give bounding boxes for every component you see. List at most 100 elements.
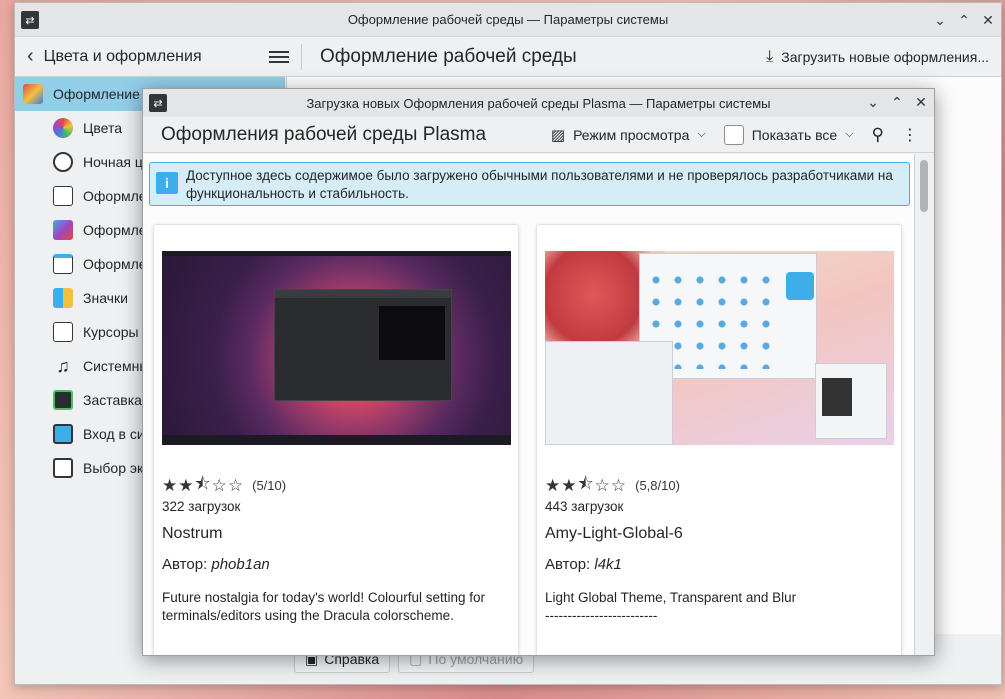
screen-locking-icon [53,458,73,478]
dialog-content: i Доступное здесь содержимое было загруж… [143,154,914,655]
show-all-button[interactable]: Показать все ⌵ [723,124,854,145]
maximize-icon[interactable]: ⌃ [890,93,904,111]
preview-folder-icon [786,272,814,300]
night-color-icon [53,152,73,172]
dialog-title: Загрузка новых Оформления рабочей среды … [306,95,771,111]
main-titlebar: ⇄ Оформление рабочей среды — Параметры с… [15,3,1001,37]
theme-name: Amy-Light-Global-6 [545,525,683,542]
maximize-icon[interactable]: ⌃ [957,11,971,29]
close-icon[interactable]: ✕ [914,93,928,111]
splash-screen-icon [53,390,73,410]
download-label: Загрузить новые оформления... [781,48,989,65]
star-full-icon: ★ [545,475,562,495]
chevron-down-icon: ⌵ [697,128,706,140]
dialog-window-controls: ⌄ ⌃ ✕ [866,93,928,111]
preview-window-pane [379,306,445,360]
star-half-icon: ⯪ [577,474,595,493]
sidebar-item-label: Оформле [83,256,147,272]
author-prefix: Автор: [162,556,212,573]
show-all-label: Показать все [751,126,838,143]
minimize-icon[interactable]: ⌄ [866,93,880,111]
dialog-heading: Оформления рабочей среды Plasma [161,123,487,145]
preview-taskbar [162,435,511,445]
scrollbar-thumb[interactable] [920,160,928,212]
search-button[interactable]: ⚲ [872,125,884,145]
info-message: i Доступное здесь содержимое было загруж… [149,162,910,206]
star-empty-icon: ☆ [227,475,245,495]
cursors-icon [53,322,73,342]
star-half-icon: ⯪ [194,474,212,493]
more-options-icon: ⋮ [902,126,918,144]
rating-text: (5,8/10) [635,478,680,493]
main-window-controls: ⌄ ⌃ ✕ [933,11,995,29]
hamburger-menu-icon[interactable] [269,48,289,66]
chevron-down-icon: ⌵ [845,128,854,140]
login-screen-icon [53,424,73,444]
author-prefix: Автор: [545,556,595,573]
header-separator [301,43,302,70]
download-icon: ⤓ [766,47,774,65]
author-name[interactable]: l4k1 [594,556,622,573]
image-icon: ▨ [550,126,566,144]
main-header: ‹ Цвета и оформления Оформление рабочей … [15,37,1001,77]
sidebar-item-label: Ночная ц [83,154,143,170]
icons-icon [53,288,73,308]
info-text: Доступное здесь содержимое было загружен… [186,168,893,201]
back-label: Цвета и оформления [43,47,202,65]
dialog-toolbar: Оформления рабочей среды Plasma ▨ Режим … [143,117,934,153]
plasma-style-icon [53,220,73,240]
theme-preview-image[interactable] [545,251,894,445]
more-options-button[interactable]: ⋮ [902,125,918,145]
sidebar-item-label: Заставка [83,392,142,408]
back-button[interactable]: ‹ Цвета и оформления [15,45,265,68]
sidebar-item-label: Цвета [83,120,122,136]
theme-description: Light Global Theme, Transparent and Blur… [545,589,891,625]
window-decoration-icon [53,254,73,274]
minimize-icon[interactable]: ⌄ [933,11,947,29]
download-new-themes-button[interactable]: ⤓ Загрузить новые оформления... [766,48,989,66]
theme-preview-image[interactable] [162,251,511,445]
download-count: 322 загрузок [162,499,241,514]
theme-name: Nostrum [162,525,223,542]
preview-music-player [815,363,887,439]
get-new-stuff-dialog: ⇄ Загрузка новых Оформления рабочей сред… [142,88,935,656]
global-theme-icon [23,84,43,104]
system-sounds-icon: ♫ [56,356,70,376]
main-window-title: Оформление рабочей среды — Параметры сис… [347,12,669,27]
system-settings-app-icon[interactable]: ⇄ [149,94,167,112]
star-empty-icon: ☆ [211,475,228,495]
preview-album-art [822,378,852,416]
colors-icon [53,118,73,138]
preview-window-bar [275,290,451,298]
preview-topbar [162,251,511,256]
chevron-left-icon: ‹ [27,45,34,67]
view-mode-button[interactable]: ▨ Режим просмотра ⌵ [551,126,706,144]
description-line: Light Global Theme, Transparent and Blur [545,590,797,605]
star-full-icon: ★ [561,475,578,495]
vertical-scrollbar[interactable] [914,154,934,655]
show-all-checkbox[interactable] [723,124,744,145]
sidebar-item-label: Системны [83,358,150,374]
sidebar-item-label: Оформление р [53,86,152,102]
app-style-icon [53,186,73,206]
info-icon: i [156,172,178,194]
dialog-titlebar: ⇄ Загрузка новых Оформления рабочей сред… [143,89,934,117]
star-empty-icon: ☆ [610,475,628,495]
star-full-icon: ★ [178,475,195,495]
rating-stars: ★ ★ ⯪ ☆ ☆ (5,8/10) [545,471,680,500]
theme-author: Автор: l4k1 [545,556,622,573]
author-name[interactable]: phob1an [211,556,269,573]
close-icon[interactable]: ✕ [981,11,995,29]
theme-card-nostrum[interactable]: ★ ★ ⯪ ☆ ☆ (5/10) 322 загрузок Nostrum Автор:… [153,224,519,655]
description-line: ------------------------- [545,608,658,623]
theme-card-amy-light[interactable]: ★ ★ ⯪ ☆ ☆ (5,8/10) 443 загрузок Amy-Light-Gl… [536,224,902,655]
search-icon: ⚲ [871,124,884,144]
view-mode-label: Режим просмотра [573,126,690,143]
system-settings-app-icon[interactable]: ⇄ [21,11,39,29]
star-empty-icon: ☆ [594,475,611,495]
theme-description: Future nostalgia for today's world! Colo… [162,590,485,623]
preview-window [274,289,452,401]
page-title: Оформление рабочей среды [320,45,577,67]
sidebar-item-label: Оформле [83,222,147,238]
theme-author: Автор: phob1an [162,556,270,573]
